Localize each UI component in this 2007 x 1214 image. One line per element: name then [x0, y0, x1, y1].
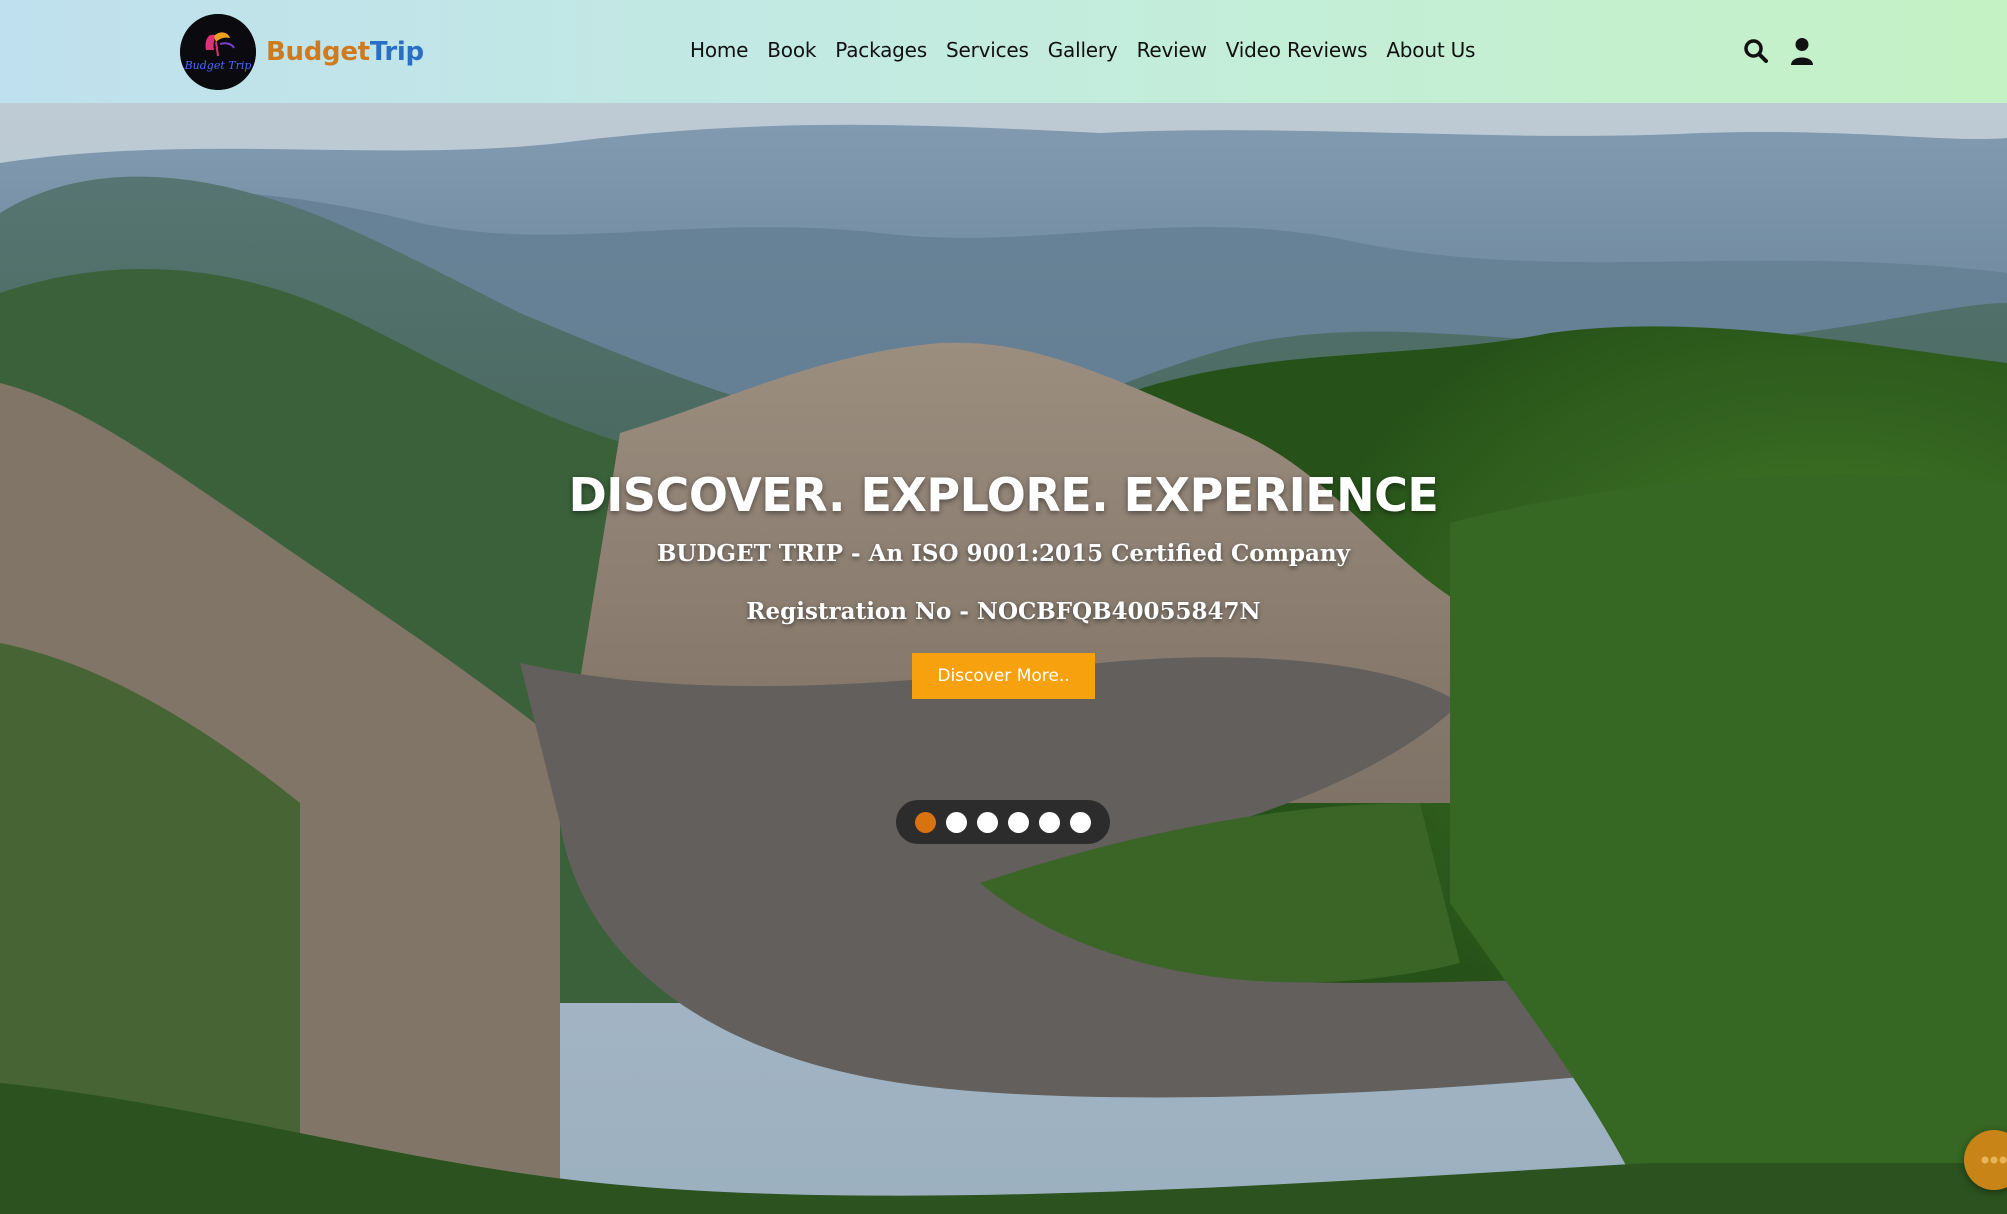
hero-subtitle: BUDGET TRIP - An ISO 9001:2015 Certified… [656, 540, 1350, 567]
hero-section: DISCOVER. EXPLORE. EXPERIENCE BUDGET TRI… [0, 103, 2007, 1214]
brand-name-part1: Budget [266, 37, 370, 67]
main-nav: Home Book Packages Services Gallery Revi… [690, 38, 1494, 62]
slider-dot-2[interactable] [946, 811, 967, 833]
nav-gallery[interactable]: Gallery [1048, 38, 1118, 62]
slider-dot-4[interactable] [1008, 811, 1029, 833]
discover-more-button[interactable]: Discover More.. [912, 653, 1095, 699]
brand-name-part2: Trip [369, 37, 424, 67]
header-icons [1725, 36, 1817, 66]
slider-dot-6[interactable] [1070, 811, 1091, 833]
logo-link[interactable]: Budget Trip BudgetTrip [180, 14, 424, 90]
slider-dot-1[interactable] [915, 811, 936, 833]
slider-dot-3[interactable] [977, 811, 998, 833]
slider-pagination [896, 800, 1110, 844]
brand-name: BudgetTrip [266, 37, 424, 67]
search-icon[interactable] [1741, 36, 1771, 66]
svg-text:Budget Trip: Budget Trip [184, 59, 252, 72]
site-header: Budget Trip BudgetTrip Home Book Package… [0, 0, 2007, 103]
nav-video-reviews[interactable]: Video Reviews [1226, 38, 1368, 62]
nav-about-us[interactable]: About Us [1386, 38, 1475, 62]
nav-book[interactable]: Book [767, 38, 816, 62]
logo-icon: Budget Trip [180, 14, 256, 90]
nav-services[interactable]: Services [946, 38, 1029, 62]
logo-badge: Budget Trip [180, 14, 256, 90]
registration-number: Registration No - NOCBFQB40055847N [746, 598, 1261, 625]
user-icon[interactable] [1787, 36, 1817, 66]
nav-packages[interactable]: Packages [835, 38, 927, 62]
hero-headline: DISCOVER. EXPLORE. EXPERIENCE [568, 468, 1439, 522]
slider-dot-5[interactable] [1039, 811, 1060, 833]
nav-home[interactable]: Home [690, 38, 748, 62]
nav-review[interactable]: Review [1137, 38, 1207, 62]
